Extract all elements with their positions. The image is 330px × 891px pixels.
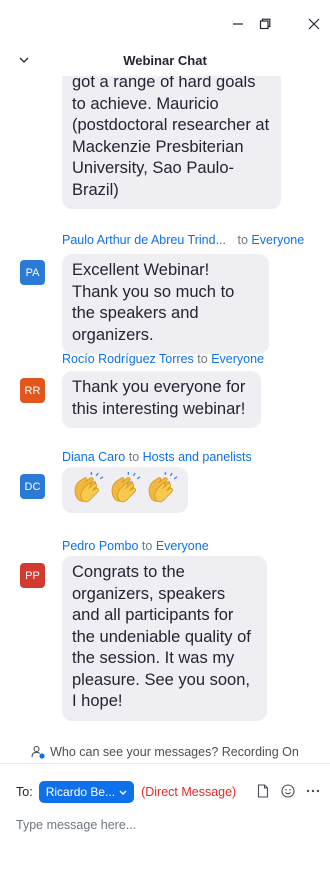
to-word: to	[237, 233, 248, 247]
restore-window-button[interactable]	[253, 12, 277, 36]
clapping-hands-icon	[111, 472, 141, 503]
clapping-hands-icon	[148, 472, 178, 503]
minimize-window-button[interactable]	[226, 12, 250, 36]
chat-header: Webinar Chat	[0, 44, 330, 76]
recipient-row: To: Ricardo Be... (Direct Message)	[16, 780, 236, 804]
message-bubble	[62, 467, 188, 513]
file-button[interactable]	[253, 780, 273, 802]
emoji-button[interactable]	[278, 780, 298, 802]
recipient-name: Hosts and panelists	[142, 450, 252, 464]
to-label: To:	[16, 785, 33, 799]
restore-icon	[259, 18, 271, 30]
visibility-notice[interactable]: Who can see your messages? Recording On	[0, 740, 330, 764]
file-icon	[257, 784, 269, 798]
message-meta: Pedro Pombo to Everyone	[62, 539, 209, 553]
avatar-initials: PP	[25, 569, 40, 582]
message-bubble: Excellent Webinar! Thank you so much to …	[62, 254, 269, 354]
avatar-initials: DC	[24, 480, 41, 493]
message-input[interactable]	[16, 814, 316, 836]
chat-title: Webinar Chat	[123, 52, 207, 68]
message-meta: Paulo Arthur de Abreu Trind... to Everyo…	[62, 233, 304, 247]
message-bubble: Thank you everyone for this interesting …	[62, 371, 261, 428]
avatar: PA	[20, 260, 45, 285]
sender-name[interactable]: Diana Caro	[62, 450, 125, 464]
avatar: DC	[20, 474, 45, 499]
recipient-name: Everyone	[251, 233, 305, 247]
title-bar	[0, 0, 330, 44]
message-meta: Diana Caro to Hosts and panelists	[62, 450, 252, 464]
avatar-initials: PA	[25, 266, 40, 279]
sender-name[interactable]: Paulo Arthur de Abreu Trind...	[62, 233, 226, 247]
message-text: Excellent Webinar! Thank you so much to …	[72, 261, 235, 344]
message-meta: Rocío Rodríguez Torres to Everyone	[62, 352, 264, 366]
chevron-down-icon	[119, 790, 127, 795]
recipient-dropdown-label: Ricardo Be...	[45, 785, 116, 799]
more-horizontal-icon	[306, 789, 320, 793]
sender-name[interactable]: Pedro Pombo	[62, 539, 138, 553]
smiley-icon	[281, 784, 295, 798]
avatar-initials: RR	[24, 384, 41, 397]
clapping-hands-icon	[74, 472, 104, 503]
recipient-dropdown[interactable]: Ricardo Be...	[38, 781, 135, 803]
avatar: PP	[20, 563, 45, 588]
collapse-chat-button[interactable]	[14, 50, 34, 70]
more-options-button[interactable]	[303, 780, 323, 802]
recipient-name: Everyone	[211, 352, 264, 366]
avatar: RR	[20, 378, 45, 403]
sender-name[interactable]: Rocío Rodríguez Torres	[62, 352, 194, 366]
minimize-icon	[233, 23, 243, 25]
to-word: to	[128, 450, 140, 464]
message-text: Congrats to the organizers, speakers and…	[72, 563, 251, 710]
to-word: to	[141, 539, 153, 553]
close-icon	[308, 18, 320, 30]
to-word: to	[197, 352, 208, 366]
message-text: Thank you everyone for this interesting …	[72, 378, 246, 418]
close-window-button[interactable]	[302, 12, 326, 36]
direct-message-label: (Direct Message)	[141, 785, 237, 799]
visibility-notice-text: Who can see your messages? Recording On	[50, 744, 299, 759]
chevron-down-icon	[19, 57, 29, 63]
recipient-name: Everyone	[155, 539, 209, 553]
message-text: got a range of hard goals to achieve. Ma…	[72, 76, 270, 199]
message-bubble: Congrats to the organizers, speakers and…	[62, 556, 267, 721]
message-list[interactable]: got a range of hard goals to achieve. Ma…	[0, 76, 330, 736]
person-eye-icon	[31, 745, 45, 759]
message-bubble: got a range of hard goals to achieve. Ma…	[62, 76, 281, 209]
